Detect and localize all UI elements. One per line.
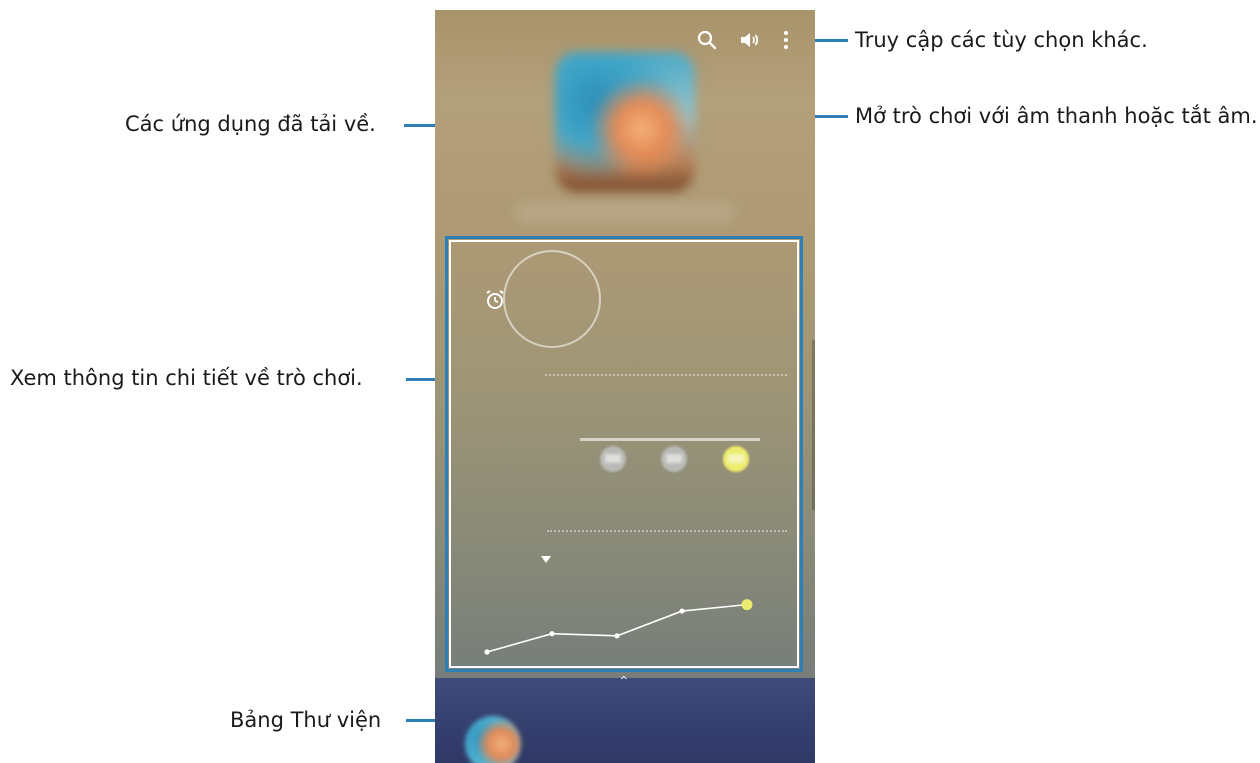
game-cover-image[interactable] bbox=[555, 52, 695, 192]
game-title-blurred bbox=[515, 202, 735, 224]
more-options-icon[interactable] bbox=[774, 28, 798, 52]
game-details-highlight bbox=[445, 236, 803, 672]
chevron-up-icon[interactable]: ⌃ bbox=[618, 675, 630, 689]
annotation-downloaded-apps: Các ứng dụng đã tải về. bbox=[125, 112, 376, 136]
annotation-library-panel: Bảng Thư viện bbox=[230, 708, 382, 732]
annotation-game-details: Xem thông tin chi tiết về trò chơi. bbox=[10, 366, 363, 390]
library-game-icon[interactable] bbox=[465, 716, 521, 763]
volume-icon[interactable] bbox=[738, 28, 762, 52]
search-icon[interactable] bbox=[695, 28, 719, 52]
scroll-edge bbox=[812, 340, 815, 510]
annotation-sound-toggle: Mở trò chơi với âm thanh hoặc tắt âm. bbox=[855, 104, 1258, 128]
annotation-more-options: Truy cập các tùy chọn khác. bbox=[855, 28, 1148, 52]
